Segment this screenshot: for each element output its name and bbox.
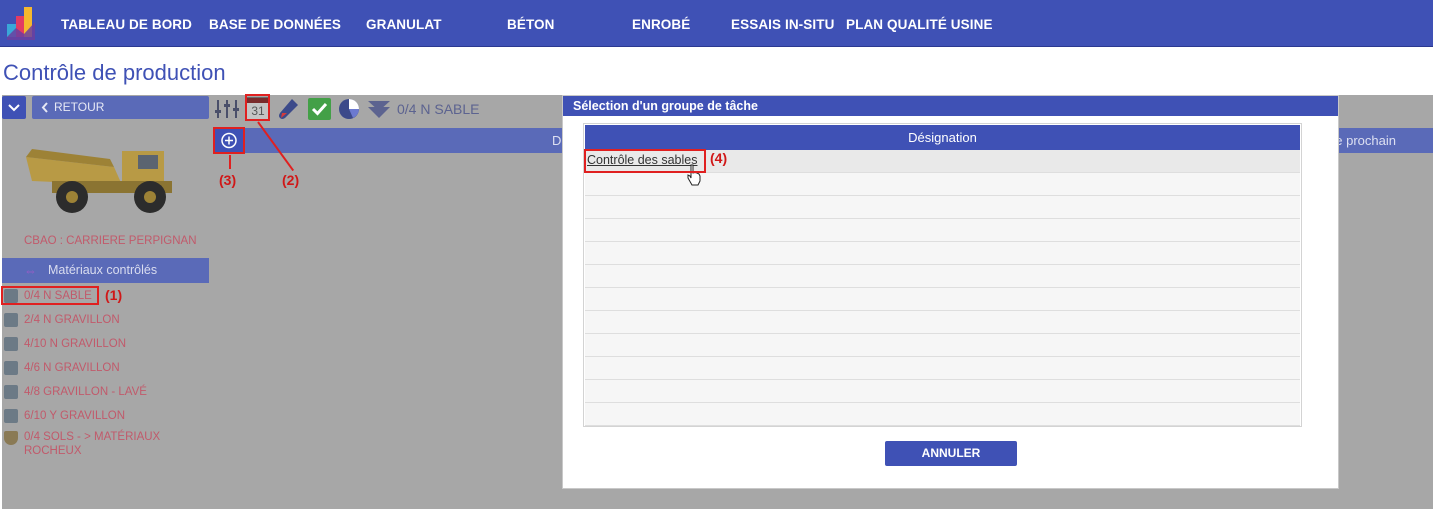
table-row <box>585 380 1300 403</box>
nav-tableau-de-bord[interactable]: TABLEAU DE BORD <box>61 0 192 47</box>
material-item[interactable]: 0/4 SOLS - > MATÉRIAUX ROCHEUX <box>4 428 174 458</box>
annotation-box-1 <box>1 286 99 305</box>
aggregate-icon <box>4 409 18 423</box>
grid-header-right: e prochain <box>1335 133 1396 148</box>
pie-chart-icon[interactable] <box>336 97 362 121</box>
nav-granulat[interactable]: GRANULAT <box>366 0 442 47</box>
table-row <box>585 334 1300 357</box>
table-row <box>585 403 1300 426</box>
funnel-icon[interactable] <box>366 97 392 121</box>
chevron-left-icon <box>41 102 48 113</box>
aggregate-icon <box>4 313 18 327</box>
top-navbar: TABLEAU DE BORD BASE DE DONNÉES GRANULAT… <box>0 0 1433 47</box>
material-item[interactable]: 4/10 N GRAVILLON <box>4 334 204 354</box>
dump-truck-icon <box>26 149 172 213</box>
material-item[interactable]: 4/8 GRAVILLON - LAVÉ <box>4 382 204 402</box>
material-item[interactable]: 2/4 N GRAVILLON <box>4 310 204 330</box>
table-row <box>585 219 1300 242</box>
nav-enrobe[interactable]: ENROBÉ <box>632 0 690 47</box>
page-title: Contrôle de production <box>3 60 226 85</box>
table-row <box>585 288 1300 311</box>
material-item[interactable]: 6/10 Y GRAVILLON <box>4 406 204 426</box>
modal-title: Sélection d'un groupe de tâche <box>563 96 1338 116</box>
chevron-down-icon <box>8 104 20 112</box>
sliders-icon[interactable] <box>214 97 240 121</box>
nav-essais-in-situ[interactable]: ESSAIS IN-SITU <box>731 0 834 47</box>
aggregate-icon <box>4 385 18 399</box>
material-item[interactable]: 4/6 N GRAVILLON <box>4 358 204 378</box>
material-label: 4/10 N GRAVILLON <box>24 338 127 350</box>
collapse-sidebar-button[interactable] <box>2 96 26 119</box>
annotation-label-3: (3) <box>219 172 237 188</box>
test-tube-icon[interactable] <box>276 97 302 121</box>
annotation-line-3 <box>229 155 231 169</box>
back-button[interactable]: RETOUR <box>32 96 209 119</box>
table-row <box>585 265 1300 288</box>
material-label: 6/10 Y GRAVILLON <box>24 410 126 422</box>
shield-icon <box>4 431 18 445</box>
aggregate-icon <box>4 361 18 375</box>
grid-header-left: D <box>552 133 562 148</box>
site-name: CBAO : CARRIERE PERPIGNAN <box>24 235 197 247</box>
aggregate-icon <box>4 337 18 351</box>
nav-plan-qualite-usine[interactable]: PLAN QUALITÉ USINE <box>846 0 993 47</box>
cancel-button[interactable]: ANNULER <box>885 441 1017 466</box>
selected-material-title: 0/4 N SABLE <box>397 101 480 117</box>
nav-base-de-donnees[interactable]: BASE DE DONNÉES <box>209 0 341 47</box>
annotation-box-3 <box>213 127 245 154</box>
table-row <box>585 242 1300 265</box>
materials-header[interactable]: ⇔ Matériaux contrôlés <box>2 258 209 283</box>
annotation-label-4: (4) <box>710 150 728 166</box>
table-row <box>585 311 1300 334</box>
table-header-designation[interactable]: Désignation <box>585 125 1300 150</box>
material-label: 4/8 GRAVILLON - LAVÉ <box>24 386 147 398</box>
check-icon[interactable] <box>307 97 332 121</box>
table-row <box>585 196 1300 219</box>
table-row <box>585 357 1300 380</box>
arrows-icon: ⇔ <box>24 263 37 278</box>
app-logo-icon[interactable] <box>4 4 38 42</box>
material-label: 0/4 SOLS - > MATÉRIAUX ROCHEUX <box>24 431 161 457</box>
annotation-label-1: (1) <box>105 287 123 303</box>
back-button-label: RETOUR <box>54 100 105 114</box>
annotation-box-2 <box>245 94 270 121</box>
material-label: 2/4 N GRAVILLON <box>24 314 120 326</box>
annotation-box-4 <box>584 149 706 173</box>
material-label: 4/6 N GRAVILLON <box>24 362 120 374</box>
annotation-label-2: (2) <box>282 172 300 188</box>
nav-beton[interactable]: BÉTON <box>507 0 555 47</box>
materials-header-label: Matériaux contrôlés <box>48 263 158 277</box>
